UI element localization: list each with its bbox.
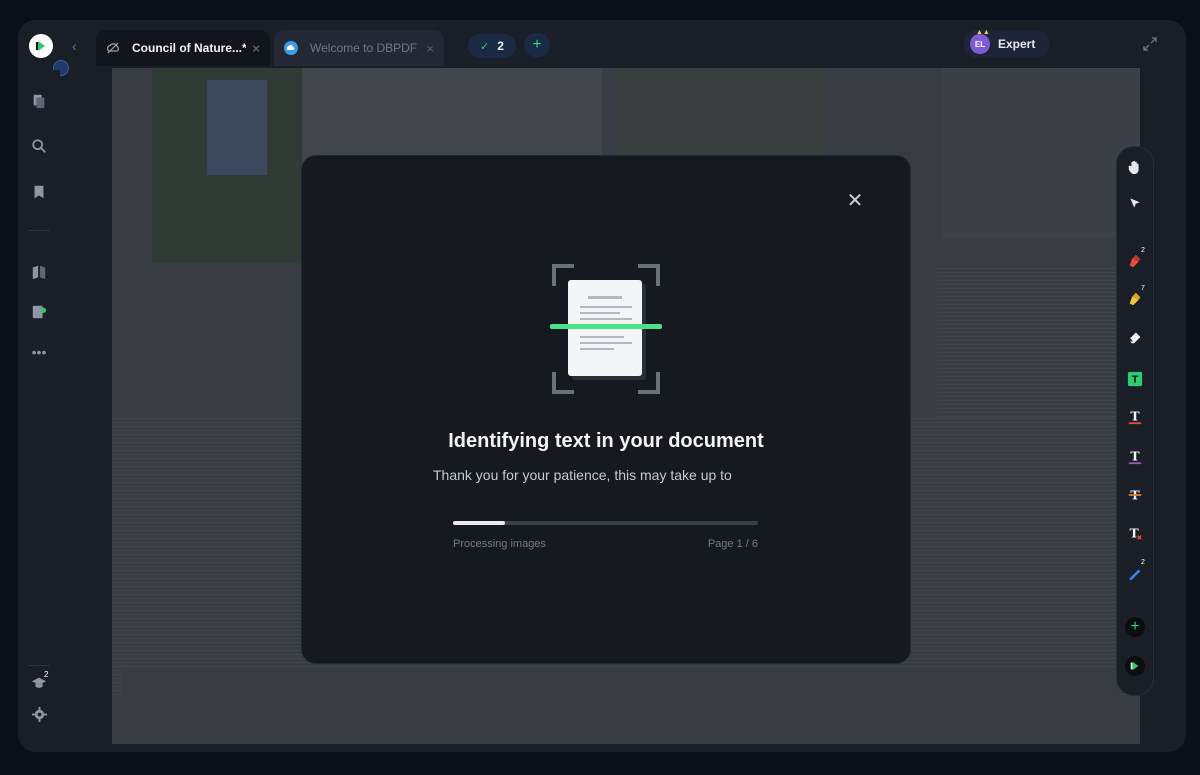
divider xyxy=(28,230,50,231)
tab-count-dropdown[interactable]: ✓ 2 xyxy=(468,34,516,58)
hand-icon[interactable] xyxy=(1125,157,1145,177)
text-remove-icon[interactable]: T xyxy=(1125,523,1145,543)
chevron-down-icon: ✓ xyxy=(480,40,490,53)
pages-icon[interactable] xyxy=(30,92,48,110)
divider xyxy=(28,665,50,666)
svg-text:T: T xyxy=(1130,449,1140,464)
add-tool-button[interactable]: + xyxy=(1125,617,1145,637)
cloud-off-icon xyxy=(106,41,120,55)
close-icon[interactable]: × xyxy=(426,41,434,56)
text-box-icon[interactable]: T xyxy=(1125,369,1145,389)
chevron-left-icon[interactable]: ‹ xyxy=(72,38,84,54)
progress-status: Processing images xyxy=(453,538,546,550)
left-sidebar: ••• 2 xyxy=(18,70,60,752)
tab-label: Council of Nature...* xyxy=(132,41,247,55)
eraser-icon[interactable] xyxy=(1125,327,1145,347)
fullscreen-icon[interactable] xyxy=(1142,36,1158,52)
bookmark-icon[interactable] xyxy=(30,183,48,201)
badge: 2 xyxy=(1141,559,1145,566)
cloud-icon xyxy=(284,41,298,55)
plus-icon: + xyxy=(1130,618,1140,635)
logo-icon xyxy=(36,41,45,51)
modal-subtitle: Thank you for your patience, this may ta… xyxy=(433,467,732,483)
ai-assistant-button[interactable] xyxy=(1125,656,1145,676)
form-icon[interactable] xyxy=(30,303,48,321)
avatar-initials: EL xyxy=(974,39,986,49)
text-squiggly-icon[interactable]: T xyxy=(1125,447,1145,467)
close-icon[interactable]: × xyxy=(252,41,260,56)
modal-title: Identifying text in your document xyxy=(448,430,764,452)
account-button[interactable]: ▲▲ EL Expert xyxy=(964,29,1050,58)
badge: 2 xyxy=(1141,247,1145,254)
tab-welcome[interactable]: Welcome to DBPDF × xyxy=(274,30,444,66)
svg-text:T: T xyxy=(1130,409,1140,424)
crown-icon: ▲▲ xyxy=(976,29,990,36)
app-logo[interactable] xyxy=(29,34,53,58)
highlighter-red-icon[interactable] xyxy=(1125,251,1145,271)
svg-text:T: T xyxy=(1132,375,1139,386)
settings-icon[interactable] xyxy=(30,705,48,723)
tab-count: 2 xyxy=(497,39,504,53)
tab-bar: ‹ Council of Nature...* × Welcome to DBP… xyxy=(18,20,1186,76)
progress-page: Page 1 / 6 xyxy=(707,538,758,550)
assistant-icon xyxy=(1130,661,1139,671)
more-icon[interactable]: ••• xyxy=(30,343,48,361)
avatar: ▲▲ EL xyxy=(970,29,990,54)
plan-label: Expert xyxy=(998,37,1036,51)
badge: 7 xyxy=(1141,285,1145,292)
close-icon[interactable]: ✕ xyxy=(846,191,864,211)
learn-badge: 2 xyxy=(42,670,51,679)
text-strikethrough-icon[interactable]: T xyxy=(1125,485,1145,505)
tab-label: Welcome to DBPDF xyxy=(310,41,418,55)
text-underline-icon[interactable]: T xyxy=(1125,407,1145,427)
search-icon[interactable] xyxy=(30,137,48,155)
new-tab-button[interactable]: + xyxy=(524,33,550,57)
progress-fill xyxy=(453,521,505,525)
tab-document[interactable]: Council of Nature...* × xyxy=(96,30,270,66)
right-toolbar: 2 7 T T T T T 2 + xyxy=(1116,146,1154,696)
ocr-progress-modal: ✕ Identifying text in your document Than… xyxy=(302,156,910,663)
pen-icon[interactable] xyxy=(1125,563,1145,583)
plus-icon: + xyxy=(532,36,542,53)
highlighter-yellow-icon[interactable] xyxy=(1125,289,1145,309)
select-arrow-icon[interactable] xyxy=(1125,193,1145,213)
layers-icon[interactable] xyxy=(30,263,48,281)
progress-bar xyxy=(453,521,758,525)
document-scan-icon xyxy=(550,264,662,394)
